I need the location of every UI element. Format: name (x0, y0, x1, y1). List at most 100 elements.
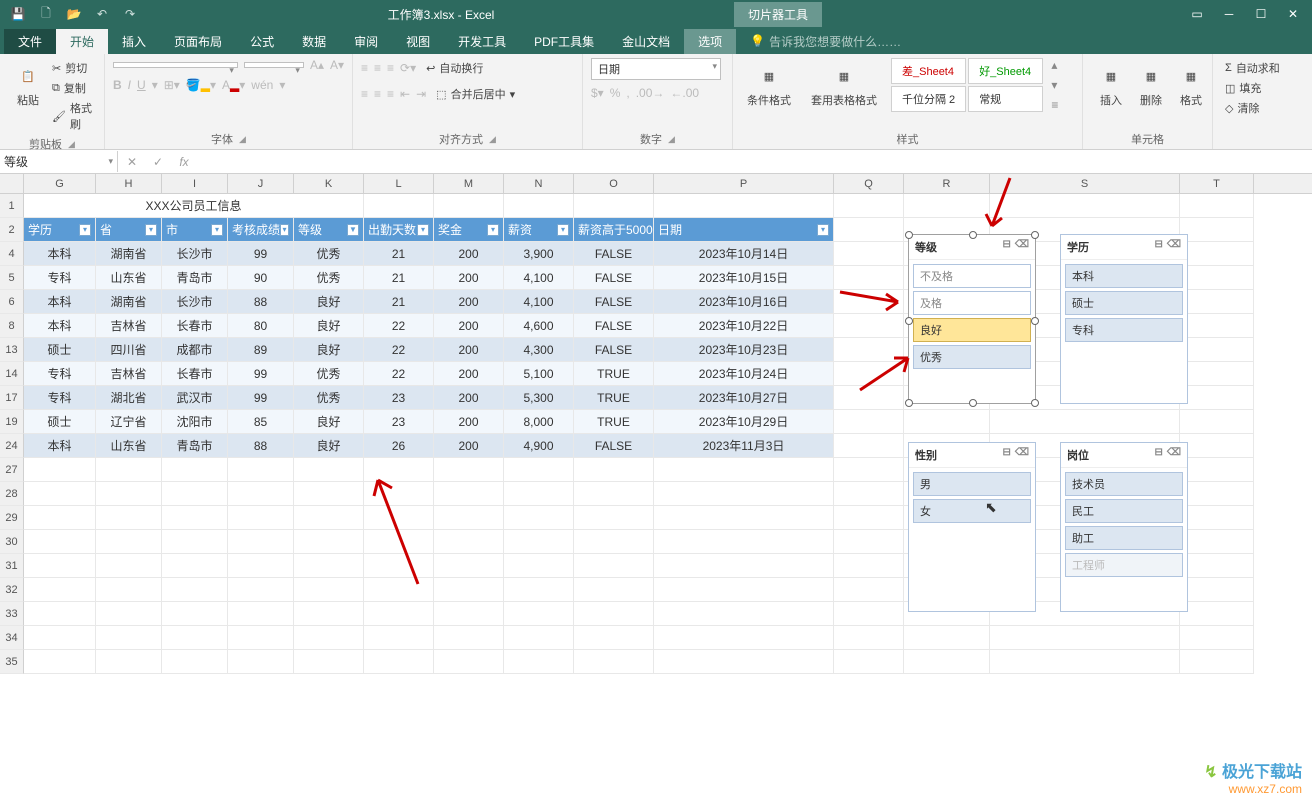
row-header[interactable]: 24 (0, 434, 24, 458)
cell[interactable]: 4,100 (504, 290, 574, 314)
cell[interactable]: 4,100 (504, 266, 574, 290)
cell[interactable]: 5,300 (504, 386, 574, 410)
table-header-cell[interactable]: 考核成绩▾ (228, 218, 294, 242)
cell[interactable] (990, 626, 1180, 650)
cell[interactable] (1180, 242, 1254, 266)
row-header[interactable]: 31 (0, 554, 24, 578)
cell[interactable] (294, 458, 364, 482)
cell[interactable] (96, 530, 162, 554)
column-header[interactable]: M (434, 174, 504, 193)
cell[interactable] (834, 578, 904, 602)
cell[interactable]: 22 (364, 314, 434, 338)
cell[interactable]: TRUE (574, 410, 654, 434)
cell[interactable]: 21 (364, 242, 434, 266)
tab-review[interactable]: 审阅 (340, 29, 392, 54)
minimize-icon[interactable]: ─ (1214, 3, 1244, 25)
align-left-icon[interactable]: ≡ (361, 87, 368, 101)
cell[interactable]: 23 (364, 410, 434, 434)
tell-me-input[interactable]: 💡告诉我您想要做什么…… (740, 29, 911, 54)
cell[interactable] (1180, 386, 1254, 410)
cell[interactable] (574, 626, 654, 650)
align-top-icon[interactable]: ≡ (361, 61, 368, 75)
row-header[interactable]: 5 (0, 266, 24, 290)
align-middle-icon[interactable]: ≡ (374, 61, 381, 75)
gallery-more-icon[interactable]: ≡ (1051, 98, 1058, 112)
cell[interactable] (294, 650, 364, 674)
save-icon[interactable]: 💾 (6, 3, 30, 25)
cell[interactable] (654, 482, 834, 506)
cell[interactable]: 山东省 (96, 266, 162, 290)
tab-home[interactable]: 开始 (56, 29, 108, 54)
cell[interactable]: 沈阳市 (162, 410, 228, 434)
wrap-text-button[interactable]: ↩自动换行 (422, 58, 487, 78)
cell[interactable]: FALSE (574, 434, 654, 458)
cell[interactable] (654, 578, 834, 602)
align-center-icon[interactable]: ≡ (374, 87, 381, 101)
cell[interactable] (834, 602, 904, 626)
column-header[interactable]: K (294, 174, 364, 193)
close-icon[interactable]: ✕ (1278, 3, 1308, 25)
cell[interactable] (228, 530, 294, 554)
cell[interactable] (574, 554, 654, 578)
filter-dropdown-icon[interactable]: ▾ (79, 224, 91, 236)
cell[interactable] (96, 554, 162, 578)
cell[interactable] (434, 650, 504, 674)
cell[interactable]: FALSE (574, 242, 654, 266)
slicer-item[interactable]: 不及格 (913, 264, 1031, 288)
cell[interactable]: 2023年10月15日 (654, 266, 834, 290)
cell[interactable] (504, 194, 574, 218)
row-header[interactable]: 27 (0, 458, 24, 482)
italic-button[interactable]: I (128, 78, 131, 92)
cell[interactable] (228, 602, 294, 626)
cell[interactable] (228, 626, 294, 650)
tab-page-layout[interactable]: 页面布局 (160, 29, 236, 54)
cell[interactable] (834, 242, 904, 266)
cell[interactable]: FALSE (574, 338, 654, 362)
cell[interactable] (434, 602, 504, 626)
slicer-item[interactable]: 工程师 (1065, 553, 1183, 577)
cell[interactable] (1180, 650, 1254, 674)
cell[interactable]: 200 (434, 242, 504, 266)
cell[interactable] (504, 458, 574, 482)
decrease-font-icon[interactable]: A▾ (330, 58, 344, 72)
cell[interactable]: 良好 (294, 314, 364, 338)
cell[interactable]: 4,600 (504, 314, 574, 338)
decrease-indent-icon[interactable]: ⇤ (400, 87, 410, 101)
cell[interactable]: FALSE (574, 266, 654, 290)
cell[interactable] (504, 626, 574, 650)
cell[interactable]: 专科 (24, 386, 96, 410)
slicer-item[interactable]: 男 (913, 472, 1031, 496)
cell[interactable]: 良好 (294, 338, 364, 362)
cell[interactable]: 良好 (294, 290, 364, 314)
row-header[interactable]: 2 (0, 218, 24, 242)
column-header[interactable]: L (364, 174, 434, 193)
cell[interactable] (1180, 434, 1254, 458)
cell[interactable] (294, 602, 364, 626)
cell[interactable] (654, 650, 834, 674)
cell[interactable] (834, 194, 904, 218)
table-header-cell[interactable]: 市▾ (162, 218, 228, 242)
tab-developer[interactable]: 开发工具 (444, 29, 520, 54)
cell[interactable]: 硕士 (24, 410, 96, 434)
cell[interactable] (1180, 290, 1254, 314)
slicer-gender[interactable]: 性别⊟⌫ 男 女 (908, 442, 1036, 612)
row-header[interactable]: 8 (0, 314, 24, 338)
fx-icon[interactable]: fx (176, 155, 192, 169)
currency-icon[interactable]: $▾ (591, 86, 604, 100)
cell[interactable]: 85 (228, 410, 294, 434)
filter-dropdown-icon[interactable]: ▾ (280, 224, 289, 236)
gallery-up-icon[interactable]: ▴ (1051, 58, 1058, 72)
cell[interactable]: 四川省 (96, 338, 162, 362)
cell-styles-gallery[interactable]: 差_Sheet4 好_Sheet4 千位分隔 2 常规 (891, 58, 1043, 112)
slicer-item[interactable]: 民工 (1065, 499, 1183, 523)
undo-icon[interactable]: ↶ (90, 3, 114, 25)
cell[interactable] (904, 410, 990, 434)
fill-button[interactable]: ◫填充 (1221, 78, 1304, 98)
new-file-icon[interactable]: 🗋 (34, 3, 58, 25)
bold-button[interactable]: B (113, 78, 122, 92)
cell[interactable]: 2023年10月16日 (654, 290, 834, 314)
multi-select-icon[interactable]: ⊟ (1002, 447, 1010, 463)
column-header[interactable]: J (228, 174, 294, 193)
cell[interactable] (96, 578, 162, 602)
table-header-cell[interactable]: 等级▼ (294, 218, 364, 242)
